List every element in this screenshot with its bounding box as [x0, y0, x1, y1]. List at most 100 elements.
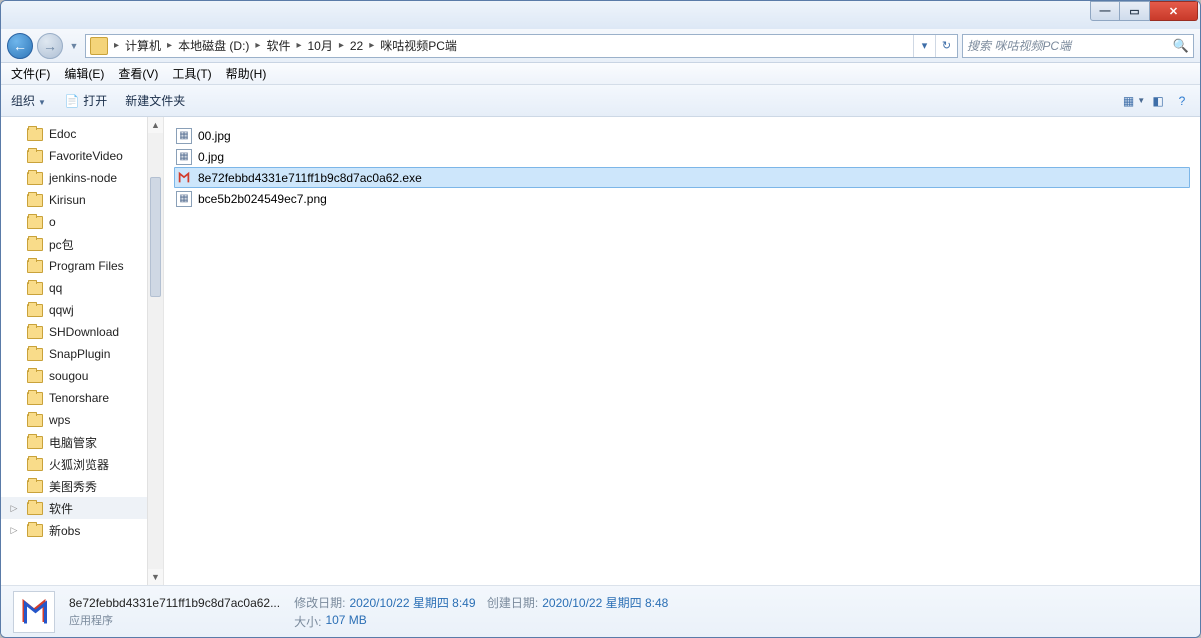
- file-row[interactable]: ▦bce5b2b024549ec7.png: [174, 188, 1190, 209]
- folder-icon: [27, 524, 43, 537]
- folder-icon: [27, 348, 43, 361]
- tree-item[interactable]: Program Files: [1, 255, 147, 277]
- details-filename: 8e72febbd4331e711ff1b9c8d7ac0a62...: [69, 596, 280, 610]
- search-placeholder: 搜索 咪咕视频PC端: [967, 37, 1071, 54]
- tree-item-label: 软件: [49, 500, 73, 517]
- details-mod-value: 2020/10/22 星期四 8:49: [349, 594, 475, 611]
- breadcrumb-item[interactable]: 计算机: [123, 37, 163, 54]
- search-icon: 🔍: [1173, 38, 1189, 54]
- breadcrumb-item[interactable]: 22: [348, 39, 365, 53]
- expand-icon[interactable]: ▷: [9, 503, 19, 514]
- file-row[interactable]: ▦00.jpg: [174, 125, 1190, 146]
- history-dropdown[interactable]: ▼: [67, 33, 81, 59]
- explorer-window: — ▭ ✕ ← → ▼ ▸ 计算机 ▸ 本地磁盘 (D:) ▸ 软件 ▸ 10月…: [0, 0, 1201, 638]
- menu-tools[interactable]: 工具(T): [172, 65, 211, 82]
- breadcrumb-dropdown[interactable]: ▾: [913, 35, 935, 57]
- open-button[interactable]: 📄 打开: [64, 92, 107, 109]
- tree-item[interactable]: wps: [1, 409, 147, 431]
- details-create-value: 2020/10/22 星期四 8:48: [542, 594, 668, 611]
- expand-icon[interactable]: ▷: [9, 525, 19, 536]
- tree-item[interactable]: 美图秀秀: [1, 475, 147, 497]
- details-app-icon: [13, 591, 55, 633]
- nav-bar: ← → ▼ ▸ 计算机 ▸ 本地磁盘 (D:) ▸ 软件 ▸ 10月 ▸ 22 …: [1, 29, 1200, 63]
- tree-scrollbar[interactable]: ▲ ▼: [147, 117, 163, 585]
- folder-icon: [27, 480, 43, 493]
- breadcrumb-item[interactable]: 软件: [264, 37, 292, 54]
- minimize-button[interactable]: —: [1090, 1, 1120, 21]
- breadcrumb-sep: ▸: [335, 40, 348, 51]
- refresh-button[interactable]: ↻: [935, 35, 957, 57]
- tree-item[interactable]: FavoriteVideo: [1, 145, 147, 167]
- tree-item[interactable]: jenkins-node: [1, 167, 147, 189]
- organize-button[interactable]: 组织▼: [11, 92, 46, 109]
- file-row[interactable]: ▦0.jpg: [174, 146, 1190, 167]
- scroll-down-arrow[interactable]: ▼: [148, 569, 163, 585]
- preview-pane-button[interactable]: ◧: [1150, 93, 1166, 109]
- breadcrumb-sep: ▸: [365, 40, 378, 51]
- details-dates-col: 修改日期: 2020/10/22 星期四 8:49 创建日期: 2020/10/…: [294, 594, 668, 630]
- tree-item-label: 美图秀秀: [49, 478, 97, 495]
- breadcrumb-item[interactable]: 本地磁盘 (D:): [176, 37, 251, 54]
- maximize-button[interactable]: ▭: [1120, 1, 1150, 21]
- menu-help[interactable]: 帮助(H): [226, 65, 267, 82]
- tree-item[interactable]: sougou: [1, 365, 147, 387]
- back-button[interactable]: ←: [7, 33, 33, 59]
- breadcrumb[interactable]: ▸ 计算机 ▸ 本地磁盘 (D:) ▸ 软件 ▸ 10月 ▸ 22 ▸ 咪咕视频…: [85, 34, 958, 58]
- details-pane: 8e72febbd4331e711ff1b9c8d7ac0a62... 应用程序…: [1, 585, 1200, 637]
- image-file-icon: ▦: [176, 191, 192, 207]
- search-input[interactable]: 搜索 咪咕视频PC端 🔍: [962, 34, 1194, 58]
- tree-item[interactable]: qqwj: [1, 299, 147, 321]
- folder-icon: [27, 436, 43, 449]
- breadcrumb-item[interactable]: 咪咕视频PC端: [378, 37, 459, 54]
- tree-item[interactable]: SnapPlugin: [1, 343, 147, 365]
- tree-item[interactable]: 火狐浏览器: [1, 453, 147, 475]
- folder-icon: [27, 370, 43, 383]
- tree-item[interactable]: Tenorshare: [1, 387, 147, 409]
- breadcrumb-sep: ▸: [251, 40, 264, 51]
- view-options-button[interactable]: ▦▼: [1126, 93, 1142, 109]
- folder-icon: [27, 326, 43, 339]
- chevron-down-icon: ▼: [1137, 96, 1145, 105]
- tree-item[interactable]: SHDownload: [1, 321, 147, 343]
- tree-item[interactable]: 电脑管家: [1, 431, 147, 453]
- folder-icon: [27, 238, 43, 251]
- tree-item[interactable]: qq: [1, 277, 147, 299]
- file-list[interactable]: ▦00.jpg▦0.jpg 8e72febbd4331e711ff1b9c8d7a…: [164, 117, 1200, 585]
- maximize-icon: ▭: [1129, 5, 1139, 18]
- breadcrumb-sep: ▸: [163, 40, 176, 51]
- details-size-value: 107 MB: [325, 613, 366, 630]
- toolbar: 组织▼ 📄 打开 新建文件夹 ▦▼ ◧ ?: [1, 85, 1200, 117]
- new-folder-button[interactable]: 新建文件夹: [125, 92, 185, 109]
- tree-item-label: sougou: [49, 369, 88, 383]
- folder-icon: [27, 150, 43, 163]
- folder-icon: [27, 304, 43, 317]
- tree-item-label: Kirisun: [49, 193, 86, 207]
- menu-view[interactable]: 查看(V): [118, 65, 158, 82]
- close-button[interactable]: ✕: [1150, 1, 1198, 21]
- close-icon: ✕: [1169, 5, 1178, 18]
- scroll-up-arrow[interactable]: ▲: [148, 117, 163, 133]
- tree-item[interactable]: ▷ 软件: [1, 497, 147, 519]
- scroll-thumb[interactable]: [150, 177, 161, 297]
- tree-item[interactable]: Kirisun: [1, 189, 147, 211]
- file-row[interactable]: 8e72febbd4331e711ff1b9c8d7ac0a62.exe: [174, 167, 1190, 188]
- menu-file[interactable]: 文件(F): [11, 65, 50, 82]
- breadcrumb-item[interactable]: 10月: [305, 37, 334, 54]
- tree-item[interactable]: pc包: [1, 233, 147, 255]
- tree-item-label: 火狐浏览器: [49, 456, 109, 473]
- tree-item-label: SHDownload: [49, 325, 119, 339]
- file-name: 8e72febbd4331e711ff1b9c8d7ac0a62.exe: [198, 171, 422, 185]
- menu-edit[interactable]: 编辑(E): [64, 65, 104, 82]
- forward-arrow-icon: →: [43, 38, 57, 54]
- tree-item-label: Program Files: [49, 259, 124, 273]
- folder-icon: [90, 37, 108, 55]
- help-button[interactable]: ?: [1174, 93, 1190, 109]
- folder-icon: [27, 502, 43, 515]
- tree-item-label: qq: [49, 281, 62, 295]
- tree-item[interactable]: o: [1, 211, 147, 233]
- breadcrumb-sep: ▸: [292, 40, 305, 51]
- tree-item[interactable]: ▷新obs: [1, 519, 147, 541]
- folder-tree[interactable]: EdocFavoriteVideojenkins-node Kirisun opc包…: [1, 117, 164, 585]
- tree-item[interactable]: Edoc: [1, 123, 147, 145]
- forward-button[interactable]: →: [37, 33, 63, 59]
